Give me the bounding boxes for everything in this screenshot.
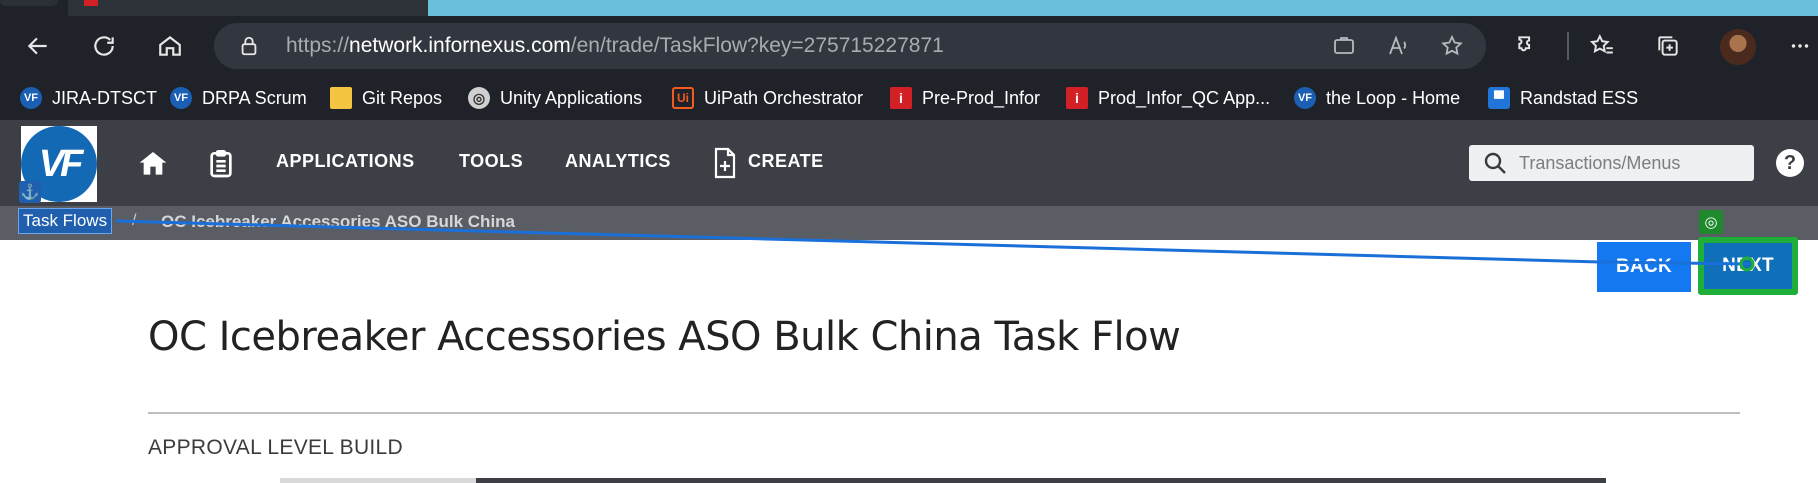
create-document-icon[interactable] [713, 147, 737, 179]
vf-icon: VF [20, 87, 42, 109]
back-button[interactable]: BACK [1597, 242, 1691, 292]
app-available-icon[interactable] [1332, 34, 1356, 58]
browser-tab-strip [0, 0, 1818, 16]
clipboard-icon[interactable] [205, 148, 237, 180]
bookmark-label: Prod_Infor_QC App... [1098, 87, 1271, 108]
bookmark-git-repos[interactable]: Git Repos [330, 83, 442, 113]
browser-tab-active[interactable] [68, 0, 428, 16]
bookmark-unity[interactable]: ◎ Unity Applications [468, 83, 642, 113]
breadcrumb: Task Flows / OC Icebreaker Accessories A… [0, 206, 1818, 240]
back-arrow-icon[interactable] [20, 28, 56, 64]
nav-create[interactable]: CREATE [748, 151, 824, 172]
browser-toolbar: https://network.infornexus.com/en/trade/… [0, 16, 1818, 76]
unity-icon: ◎ [468, 87, 490, 109]
extensions-icon[interactable] [1510, 28, 1546, 64]
bookmark-drpa-scrum[interactable]: VF DRPA Scrum [170, 83, 307, 113]
infor-icon: i [1066, 87, 1088, 109]
bookmarks-bar: VF JIRA-DTSCT VF DRPA Scrum Git Repos ◎ Uni… [0, 76, 1818, 120]
home-icon[interactable] [152, 28, 188, 64]
collections-icon[interactable] [1650, 28, 1686, 64]
page-title: OC Icebreaker Accessories ASO Bulk China… [148, 314, 1181, 360]
vf-icon: VF [170, 87, 192, 109]
bookmark-label: DRPA Scrum [202, 87, 307, 108]
bookmark-label: Pre-Prod_Infor [922, 87, 1041, 108]
next-button-highlight: NEXT [1698, 237, 1798, 295]
read-aloud-icon[interactable] [1386, 34, 1410, 58]
browser-tab[interactable] [0, 0, 58, 6]
bookmark-label: JIRA-DTSCT [52, 87, 157, 108]
url-text[interactable]: https://network.infornexus.com/en/trade/… [286, 33, 944, 59]
nav-tools[interactable]: TOOLS [459, 151, 523, 172]
app-home-icon[interactable] [137, 148, 169, 180]
favorites-icon[interactable] [1584, 28, 1620, 64]
browser-tab[interactable] [428, 0, 1818, 16]
uipath-icon: Ui [672, 87, 694, 109]
bookmark-prod-infor-qc[interactable]: i Prod_Infor_QC App... [1066, 83, 1270, 113]
bookmark-the-loop[interactable]: VF the Loop - Home [1294, 83, 1460, 113]
bookmark-label: Unity Applications [500, 87, 643, 108]
refresh-icon[interactable] [86, 28, 122, 64]
help-icon[interactable]: ? [1776, 149, 1804, 177]
infor-favicon-icon [84, 0, 98, 6]
address-bar[interactable]: https://network.infornexus.com/en/trade/… [214, 23, 1486, 69]
search-input[interactable] [1519, 145, 1744, 181]
section-title: APPROVAL LEVEL BUILD [148, 436, 403, 459]
anchor-icon: ⚓ [19, 181, 41, 203]
bookmark-jira[interactable]: VF JIRA-DTSCT [20, 83, 157, 113]
search-icon[interactable] [1483, 151, 1507, 175]
app-header: VF APPLICATIONS TOOLS ANALYTICS CREATE ? [0, 120, 1818, 206]
profile-avatar[interactable] [1720, 29, 1756, 65]
bookmark-uipath[interactable]: Ui UiPath Orchestrator [672, 83, 863, 113]
bookmark-randstad[interactable]: ▀ Randstad ESS [1488, 83, 1638, 113]
more-options-icon[interactable] [1782, 28, 1818, 64]
title-divider [148, 412, 1740, 414]
bookmark-pre-prod-infor[interactable]: i Pre-Prod_Infor [890, 83, 1040, 113]
folder-icon [330, 87, 352, 109]
bookmark-label: the Loop - Home [1326, 87, 1461, 108]
breadcrumb-task-flows[interactable]: Task Flows [18, 208, 113, 234]
transactions-search[interactable] [1469, 145, 1754, 181]
table-header-edge [280, 478, 1606, 483]
bookmark-label: UiPath Orchestrator [704, 87, 864, 108]
nav-applications[interactable]: APPLICATIONS [276, 151, 415, 172]
vf-icon: VF [1294, 87, 1316, 109]
toolbar-divider [1567, 32, 1569, 60]
add-favorite-icon[interactable] [1440, 34, 1464, 58]
randstad-icon: ▀ [1488, 87, 1510, 109]
nav-analytics[interactable]: ANALYTICS [565, 151, 671, 172]
target-icon: ◎ [1699, 210, 1723, 234]
infor-icon: i [890, 87, 912, 109]
breadcrumb-current: OC Icebreaker Accessories ASO Bulk China [161, 212, 516, 231]
next-button[interactable]: NEXT [1704, 243, 1792, 289]
bookmark-label: Git Repos [362, 87, 443, 108]
breadcrumb-separator: / [132, 212, 137, 229]
bookmark-label: Randstad ESS [1520, 87, 1639, 108]
lock-icon[interactable] [238, 35, 260, 57]
table-first-column-edge [280, 478, 476, 483]
